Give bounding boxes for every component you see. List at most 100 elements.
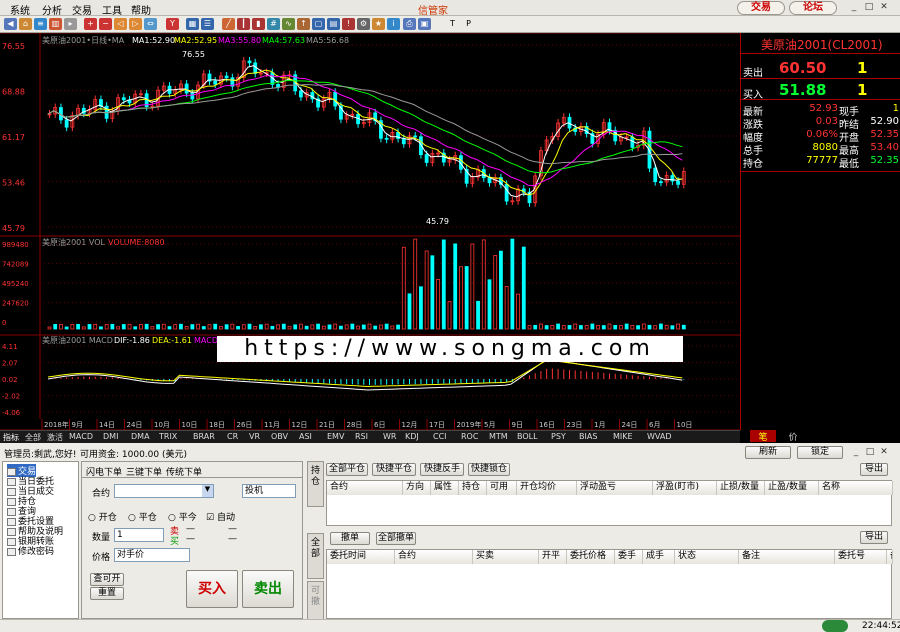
- indicator-tab[interactable]: 指标: [3, 432, 19, 443]
- tab-cancelable[interactable]: 可撤: [307, 581, 324, 621]
- price-select[interactable]: 对手价: [114, 548, 190, 562]
- indicator-tab[interactable]: MACD: [69, 432, 93, 441]
- tab-prices[interactable]: 价: [780, 430, 806, 443]
- panel-restore-icon[interactable]: □: [864, 447, 876, 458]
- buy-price[interactable]: 51.88: [779, 81, 826, 99]
- column-header[interactable]: 合约: [327, 481, 403, 495]
- indicator-tab[interactable]: TRIX: [159, 432, 177, 441]
- indicator-tab[interactable]: EMV: [327, 432, 344, 441]
- order-action-button[interactable]: 全部撤单: [376, 532, 416, 545]
- zoom-out-icon[interactable]: −: [99, 18, 112, 30]
- table-icon[interactable]: ▦: [186, 18, 199, 30]
- sell-button[interactable]: 卖出: [242, 570, 294, 608]
- print-icon[interactable]: ⎙: [403, 18, 416, 30]
- scroll-icon[interactable]: ⇔: [144, 18, 157, 30]
- reset-button[interactable]: 重置: [90, 587, 124, 600]
- column-header[interactable]: 名称: [819, 481, 893, 495]
- column-header[interactable]: 浮动盈亏: [577, 481, 653, 495]
- indicator-tab[interactable]: RSI: [355, 432, 368, 441]
- tab-positions[interactable]: 持仓: [307, 461, 324, 507]
- contract-select[interactable]: [114, 484, 214, 498]
- indicator-tab[interactable]: VR: [249, 432, 260, 441]
- column-header[interactable]: 方向: [403, 481, 431, 495]
- p-icon[interactable]: P: [462, 18, 475, 30]
- indicator-tab[interactable]: CCI: [433, 432, 447, 441]
- home-icon[interactable]: ⌂: [19, 18, 32, 30]
- indicator-tab[interactable]: KDJ: [405, 432, 419, 441]
- chevron-down-icon[interactable]: ▼: [202, 485, 213, 497]
- menu-help[interactable]: 帮助: [131, 2, 151, 17]
- indicator-tab[interactable]: BOLL: [517, 432, 538, 441]
- back-icon[interactable]: ◀: [4, 18, 17, 30]
- left-icon[interactable]: ◁: [114, 18, 127, 30]
- radio-close-today[interactable]: ○ 平今: [168, 510, 197, 523]
- tab-all-orders[interactable]: 全部: [307, 533, 324, 579]
- cup-icon[interactable]: Y: [166, 18, 179, 30]
- indicator-tab[interactable]: PSY: [551, 432, 566, 441]
- indicator-icon[interactable]: ∿: [282, 18, 295, 30]
- column-header[interactable]: 委托号: [835, 550, 887, 564]
- arrow-icon[interactable]: ▸: [64, 18, 77, 30]
- indicator-tab[interactable]: DMI: [103, 432, 118, 441]
- t-icon[interactable]: T: [446, 18, 459, 30]
- kline-chart[interactable]: 76.55 68.88 61.17 53.46 45.79 美原油2001•日线•MA MA…: [0, 33, 740, 430]
- column-header[interactable]: 备注: [739, 550, 835, 564]
- column-header[interactable]: 属性: [431, 481, 459, 495]
- indicator-tab[interactable]: MIKE: [613, 432, 633, 441]
- line-draw-icon[interactable]: ╱: [222, 18, 235, 30]
- position-action-button[interactable]: 快捷平仓: [372, 463, 416, 476]
- signal-icon[interactable]: ↑: [297, 18, 310, 30]
- zoom-in-icon[interactable]: +: [84, 18, 97, 30]
- indicator-tab[interactable]: 激活: [47, 432, 63, 443]
- panel-minimize-icon[interactable]: _: [850, 447, 862, 458]
- refresh-button[interactable]: 刷新: [745, 446, 791, 459]
- export-positions-button[interactable]: 导出: [860, 463, 888, 476]
- alert-icon[interactable]: !: [342, 18, 355, 30]
- indicator-tab[interactable]: BRAR: [193, 432, 215, 441]
- column-header[interactable]: 浮盈(盯市): [653, 481, 717, 495]
- positions-table[interactable]: 合约 方向 属性 持仓 可用 开仓均价 浮动盈亏 浮盈(盯市) 止损/数量 止盈/数量 名称: [326, 480, 893, 526]
- orders-table[interactable]: 委托时间合约买卖开平委托价格委手成手状态备注委托号备: [326, 549, 893, 619]
- column-header[interactable]: 止盈/数量: [765, 481, 819, 495]
- chart-icon[interactable]: ▥: [49, 18, 62, 30]
- forum-button[interactable]: 论坛: [789, 1, 837, 15]
- position-action-button[interactable]: 快捷锁仓: [468, 463, 510, 476]
- column-header[interactable]: 合约: [395, 550, 473, 564]
- column-header[interactable]: 委托时间: [327, 550, 395, 564]
- panel-close-icon[interactable]: ✕: [878, 447, 890, 458]
- column-header[interactable]: 买卖: [473, 550, 539, 564]
- indicator-tab[interactable]: WVAD: [647, 432, 672, 441]
- column-header[interactable]: 委手: [615, 550, 643, 564]
- column-header[interactable]: 可用: [487, 481, 517, 495]
- layout-icon[interactable]: ▤: [327, 18, 340, 30]
- menu-tools[interactable]: 工具: [102, 2, 122, 17]
- indicator-tab[interactable]: DMA: [131, 432, 150, 441]
- column-header[interactable]: 开平: [539, 550, 567, 564]
- minimize-icon[interactable]: _: [848, 2, 860, 13]
- settings-icon[interactable]: ⚙: [357, 18, 370, 30]
- column-header[interactable]: 持仓: [459, 481, 487, 495]
- indicator-tab[interactable]: ASI: [299, 432, 312, 441]
- close-icon[interactable]: ✕: [878, 2, 890, 13]
- auto-checkbox[interactable]: ☑ 自动: [206, 510, 235, 523]
- tree-item[interactable]: 修改密码: [7, 544, 54, 557]
- bar-draw-icon[interactable]: ┃: [237, 18, 250, 30]
- column-header[interactable]: 成手: [643, 550, 675, 564]
- lock-button[interactable]: 锁定: [797, 446, 843, 459]
- query-available-button[interactable]: 查可开: [90, 573, 124, 586]
- column-header[interactable]: 备: [887, 550, 893, 564]
- radio-open[interactable]: ○ 开仓: [88, 510, 117, 523]
- window-icon[interactable]: ▢: [312, 18, 325, 30]
- save-icon[interactable]: ▣: [418, 18, 431, 30]
- column-header[interactable]: 止损/数量: [717, 481, 765, 495]
- position-action-button[interactable]: 快捷反手: [420, 463, 464, 476]
- indicator-tab[interactable]: CR: [227, 432, 238, 441]
- indicator-tab[interactable]: BIAS: [579, 432, 597, 441]
- trade-button[interactable]: 交易: [737, 1, 785, 15]
- candle-icon[interactable]: ▮: [252, 18, 265, 30]
- radio-close[interactable]: ○ 平仓: [128, 510, 157, 523]
- column-header[interactable]: 状态: [675, 550, 739, 564]
- star-icon[interactable]: ★: [372, 18, 385, 30]
- indicator-tab[interactable]: WR: [383, 432, 396, 441]
- buy-button[interactable]: 买入: [186, 570, 238, 608]
